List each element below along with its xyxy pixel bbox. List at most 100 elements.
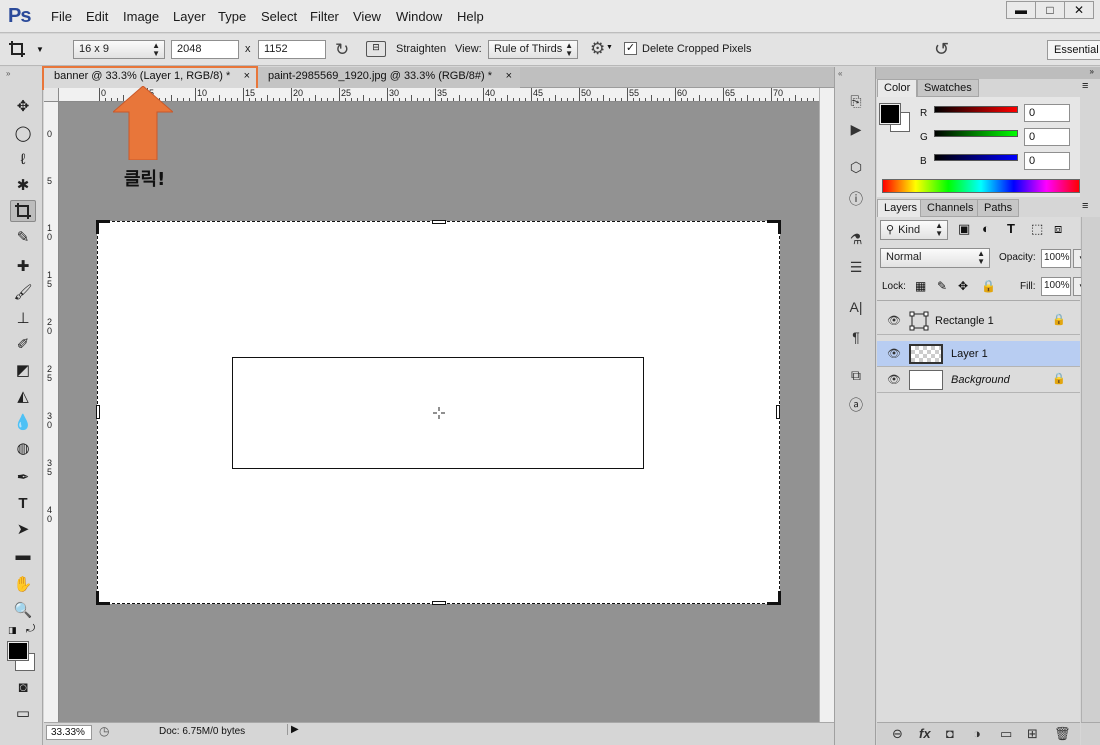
- 3d-panel-icon[interactable]: ⬡: [845, 157, 867, 177]
- visibility-eye-icon[interactable]: 👁: [887, 373, 901, 386]
- type-filter-icon[interactable]: T: [1007, 221, 1015, 236]
- menu-filter[interactable]: Filter: [310, 9, 339, 24]
- menu-window[interactable]: Window: [396, 9, 442, 24]
- workspace-switcher[interactable]: Essential: [1047, 40, 1100, 60]
- paragraph-styles-icon[interactable]: ⧉: [845, 365, 867, 385]
- panel-menu-icon[interactable]: ≡: [1082, 80, 1088, 92]
- layers-scrollbar[interactable]: [1081, 217, 1100, 722]
- brush-tool-icon[interactable]: 🖌: [10, 281, 36, 303]
- eyedropper-tool-icon[interactable]: ✎: [10, 226, 36, 248]
- channel-b-value[interactable]: 0: [1024, 152, 1070, 170]
- crop-handle-bottom-left[interactable]: [96, 591, 110, 605]
- status-menu-arrow[interactable]: ▶: [287, 724, 299, 735]
- paint-bucket-tool-icon[interactable]: ◭: [10, 385, 36, 407]
- character-styles-icon[interactable]: ⓐ: [845, 395, 867, 415]
- crop-handle-bottom[interactable]: [432, 601, 446, 605]
- swap-colors-icon[interactable]: ⤾: [26, 623, 35, 636]
- lock-position-icon[interactable]: ✥: [958, 279, 968, 293]
- actions-panel-icon[interactable]: ▶: [845, 119, 867, 139]
- folder-icon[interactable]: ▭: [1000, 726, 1012, 742]
- tab-color[interactable]: Color: [877, 79, 918, 97]
- layer-row-background[interactable]: 👁 Background 🔒: [877, 367, 1080, 393]
- view-dropdown[interactable]: Rule of Thirds ▲ ▼: [488, 40, 578, 59]
- path-select-tool-icon[interactable]: ➤: [10, 518, 36, 540]
- menu-layer[interactable]: Layer: [173, 9, 206, 24]
- hand-tool-icon[interactable]: ✋: [10, 573, 36, 595]
- crop-handle-top[interactable]: [432, 220, 446, 224]
- slider-b[interactable]: [934, 154, 1018, 161]
- foreground-color-swatch[interactable]: [7, 641, 29, 661]
- reset-icon[interactable]: ↺: [934, 39, 949, 60]
- visibility-eye-icon[interactable]: 👁: [887, 314, 901, 327]
- close-button[interactable]: ✕: [1064, 1, 1094, 19]
- menu-select[interactable]: Select: [261, 9, 297, 24]
- quick-mask-icon[interactable]: ◙: [10, 676, 36, 698]
- marquee-tool-icon[interactable]: ◯: [10, 122, 36, 144]
- fill-field[interactable]: 100%: [1041, 277, 1071, 296]
- healing-brush-tool-icon[interactable]: ✚: [10, 255, 36, 277]
- menu-view[interactable]: View: [353, 9, 381, 24]
- lock-all-icon[interactable]: 🔒: [981, 279, 996, 293]
- pen-tool-icon[interactable]: ✒: [10, 466, 36, 488]
- crop-handle-top-left[interactable]: [96, 220, 110, 234]
- brush-presets-icon[interactable]: ☰: [845, 257, 867, 277]
- shape-filter-icon[interactable]: ⬚: [1031, 221, 1043, 237]
- channel-g-value[interactable]: 0: [1024, 128, 1070, 146]
- straighten-label[interactable]: Straighten: [396, 43, 446, 55]
- layer-row-layer-1[interactable]: 👁 Layer 1: [877, 341, 1080, 367]
- channel-r-value[interactable]: 0: [1024, 104, 1070, 122]
- crop-handle-top-right[interactable]: [767, 220, 781, 234]
- minimize-button[interactable]: ▬: [1006, 1, 1036, 19]
- visibility-eye-icon[interactable]: 👁: [887, 347, 901, 360]
- trash-icon[interactable]: 🗑: [1054, 726, 1071, 742]
- opacity-field[interactable]: 100%: [1041, 249, 1071, 268]
- menu-image[interactable]: Image: [123, 9, 159, 24]
- screen-mode-icon[interactable]: ▭: [10, 702, 36, 724]
- crop-handle-bottom-right[interactable]: [767, 591, 781, 605]
- smart-object-filter-icon[interactable]: ⧈: [1054, 221, 1062, 237]
- straighten-icon[interactable]: ⊟: [366, 41, 386, 57]
- ruler-origin[interactable]: [44, 88, 59, 102]
- zoom-field[interactable]: 33.33%: [46, 725, 92, 740]
- lasso-tool-icon[interactable]: ℓ: [10, 148, 36, 170]
- color-spectrum[interactable]: [882, 179, 1080, 193]
- collapse-icon[interactable]: »: [1090, 67, 1094, 76]
- move-tool-icon[interactable]: ✥: [10, 95, 36, 117]
- default-colors-icon[interactable]: ◨: [8, 625, 17, 636]
- tab-swatches[interactable]: Swatches: [917, 79, 979, 97]
- menu-help[interactable]: Help: [457, 9, 484, 24]
- blur-tool-icon[interactable]: 💧: [10, 411, 36, 433]
- tab-layers[interactable]: Layers: [877, 199, 925, 217]
- blend-mode-dropdown[interactable]: Normal ▲ ▼: [880, 248, 990, 268]
- pixel-filter-icon[interactable]: ▣: [958, 221, 970, 237]
- horizontal-ruler[interactable]: 051015202530354045505560657075: [59, 88, 819, 102]
- info-panel-icon[interactable]: ⓘ: [845, 189, 867, 209]
- tab-channels[interactable]: Channels: [920, 199, 981, 217]
- ratio-dropdown[interactable]: 16 x 9 ▲ ▼: [73, 40, 165, 59]
- layer-filter-dropdown[interactable]: ⚲ Kind ▲ ▼: [880, 220, 948, 240]
- crop-tool-preset[interactable]: ▼: [8, 39, 48, 59]
- quick-select-tool-icon[interactable]: ✱: [10, 174, 36, 196]
- rectangle-tool-icon[interactable]: ▬: [10, 544, 36, 566]
- vertical-scrollbar[interactable]: [819, 88, 834, 722]
- paragraph-panel-icon[interactable]: ¶: [845, 327, 867, 347]
- menu-file[interactable]: File: [51, 9, 72, 24]
- menu-edit[interactable]: Edit: [86, 9, 108, 24]
- timer-icon[interactable]: ◷: [99, 724, 109, 738]
- lock-transparent-icon[interactable]: ▦: [915, 279, 926, 293]
- lock-paint-icon[interactable]: ✎: [937, 279, 947, 293]
- close-icon[interactable]: ×: [506, 70, 512, 82]
- crop-tool-icon[interactable]: [10, 200, 36, 222]
- height-field[interactable]: 1152: [258, 40, 326, 59]
- collapse-icon[interactable]: «: [838, 69, 842, 78]
- delete-cropped-label[interactable]: Delete Cropped Pixels: [642, 43, 751, 55]
- tab-paths[interactable]: Paths: [977, 199, 1020, 217]
- link-icon[interactable]: ⊖: [892, 726, 903, 742]
- crop-handle-left[interactable]: [96, 405, 100, 419]
- swap-icon[interactable]: ↻: [335, 40, 349, 60]
- history-panel-icon[interactable]: ⎘: [845, 91, 867, 111]
- maximize-button[interactable]: □: [1035, 1, 1065, 19]
- fx-icon[interactable]: fx: [919, 726, 931, 741]
- adjustment-filter-icon[interactable]: ◐: [982, 221, 990, 236]
- gear-icon[interactable]: ⚙: [590, 39, 605, 59]
